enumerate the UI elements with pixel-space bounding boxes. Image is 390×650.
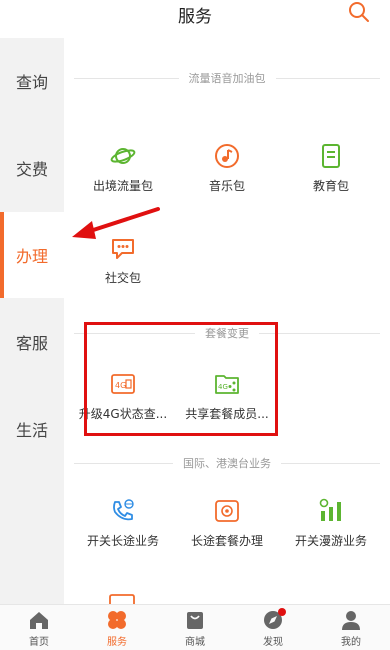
home-icon	[30, 612, 48, 629]
header: 服务	[0, 0, 390, 38]
sidebar: 查询 交费 办理 客服 生活	[0, 38, 64, 604]
roaming-icon	[319, 498, 341, 521]
service-content: 流量语音加油包 出境流量包 音乐包 教育包 社交包 套餐变更 4G 升级4G状态…	[64, 38, 390, 604]
service-tile-long-distance-plan[interactable]: 长途套餐办理	[175, 498, 279, 558]
sidebar-item-handle[interactable]: 办理	[0, 212, 64, 298]
notification-dot	[278, 608, 286, 616]
user-icon	[342, 611, 360, 630]
sidebar-item-query[interactable]: 查询	[0, 38, 64, 124]
sidebar-item-payment[interactable]: 交费	[0, 125, 64, 211]
shop-bag-icon	[187, 612, 203, 629]
service-icon	[108, 611, 126, 629]
phone-plan-icon	[215, 500, 239, 522]
service-tile-music[interactable]: 音乐包	[175, 143, 279, 203]
service-tile-roaming[interactable]: 开关漫游业务	[279, 498, 383, 558]
planet-icon	[110, 148, 136, 164]
music-icon	[215, 144, 239, 168]
tab-shop[interactable]: 商城	[156, 605, 234, 650]
page-title: 服务	[178, 7, 212, 27]
tab-mine[interactable]: 我的	[312, 605, 390, 650]
service-tile-roaming-data[interactable]: 出境流量包	[71, 143, 175, 203]
tab-home[interactable]: 首页	[0, 605, 78, 650]
section-title: 流量语音加油包	[64, 68, 390, 88]
sidebar-item-customer-service[interactable]: 客服	[0, 299, 64, 385]
phone-globe-icon	[113, 499, 134, 521]
bottom-tab-bar: 首页 服务 商城 发现 我的	[0, 604, 390, 650]
highlight-box	[84, 322, 278, 436]
section-title: 国际、港澳台业务	[64, 453, 390, 473]
sidebar-item-life[interactable]: 生活	[0, 386, 64, 472]
pointer-arrow	[72, 207, 160, 239]
book-icon	[322, 144, 340, 168]
tab-service[interactable]: 服务	[78, 605, 156, 650]
search-icon[interactable]	[346, 0, 372, 26]
tab-discover[interactable]: 发现	[234, 605, 312, 650]
partial-service-icon	[109, 594, 135, 604]
service-tile-long-distance[interactable]: 开关长途业务	[71, 498, 175, 558]
service-tile-education[interactable]: 教育包	[279, 143, 383, 203]
